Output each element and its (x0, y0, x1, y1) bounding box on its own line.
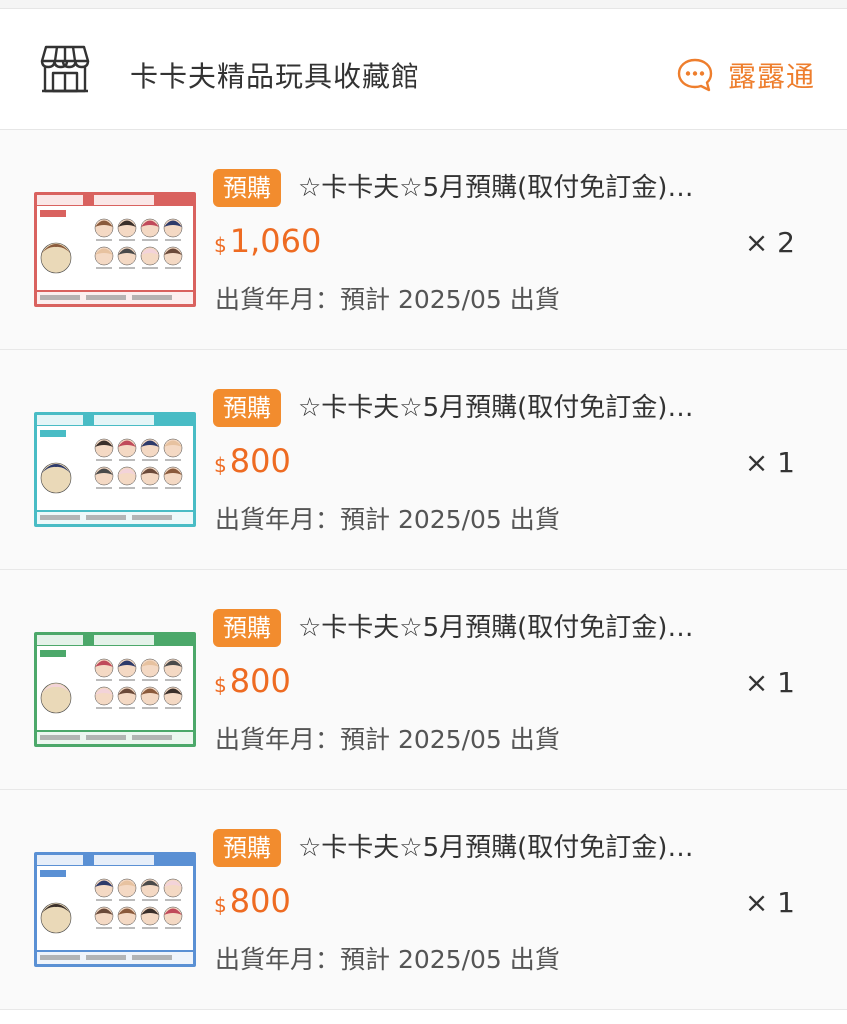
quantity: × 2 (744, 226, 795, 259)
currency-symbol: $ (214, 453, 227, 477)
shipping-date: 出貨年月：預計 2025/05 出貨 (215, 505, 560, 534)
preorder-tag: 預購 (213, 169, 281, 207)
mascot-sheet-art (34, 192, 196, 307)
currency-symbol: $ (214, 893, 227, 917)
order-item[interactable]: 預購 ☆卡卡夫☆5月預購(取付免訂金)… $ 800 × 1 出貨年月：預計 2… (0, 790, 847, 1010)
chat-button[interactable]: 露露通 (676, 55, 815, 95)
preorder-tag: 預購 (213, 389, 281, 427)
product-title[interactable]: ☆卡卡夫☆5月預購(取付免訂金)… (298, 830, 778, 866)
product-title[interactable]: ☆卡卡夫☆5月預購(取付免訂金)… (298, 610, 778, 646)
shop-name[interactable]: 卡卡夫精品玩具收藏館 (130, 55, 420, 95)
product-price: $ 800 (214, 662, 291, 700)
product-thumbnail[interactable] (34, 852, 196, 967)
order-item-list: 預購 ☆卡卡夫☆5月預購(取付免訂金)… $ 1,060 × 2 出貨年月：預計… (0, 130, 847, 1010)
shipping-date: 出貨年月：預計 2025/05 出貨 (215, 945, 560, 974)
price-amount: 800 (229, 662, 291, 700)
mascot-sheet-art (34, 412, 196, 527)
chat-label: 露露通 (727, 60, 815, 93)
quantity: × 1 (744, 666, 795, 699)
preorder-tag: 預購 (213, 829, 281, 867)
currency-symbol: $ (214, 673, 227, 697)
price-amount: 1,060 (229, 222, 322, 260)
product-price: $ 1,060 (214, 222, 321, 260)
shipping-date: 出貨年月：預計 2025/05 出貨 (215, 285, 560, 314)
price-amount: 800 (229, 882, 291, 920)
mascot-sheet-art (34, 632, 196, 747)
product-title[interactable]: ☆卡卡夫☆5月預購(取付免訂金)… (298, 390, 778, 426)
currency-symbol: $ (214, 233, 227, 257)
quantity: × 1 (744, 446, 795, 479)
order-item[interactable]: 預購 ☆卡卡夫☆5月預購(取付免訂金)… $ 1,060 × 2 出貨年月：預計… (0, 130, 847, 350)
product-title[interactable]: ☆卡卡夫☆5月預購(取付免訂金)… (298, 170, 778, 206)
product-thumbnail[interactable] (34, 412, 196, 527)
price-amount: 800 (229, 442, 291, 480)
shop-header[interactable]: 卡卡夫精品玩具收藏館 露露通 (0, 9, 847, 130)
order-item[interactable]: 預購 ☆卡卡夫☆5月預購(取付免訂金)… $ 800 × 1 出貨年月：預計 2… (0, 350, 847, 570)
top-divider (0, 0, 847, 9)
shipping-date: 出貨年月：預計 2025/05 出貨 (215, 725, 560, 754)
store-icon (40, 45, 90, 93)
product-thumbnail[interactable] (34, 192, 196, 307)
order-item[interactable]: 預購 ☆卡卡夫☆5月預購(取付免訂金)… $ 800 × 1 出貨年月：預計 2… (0, 570, 847, 790)
mascot-sheet-art (34, 852, 196, 967)
product-thumbnail[interactable] (34, 632, 196, 747)
product-price: $ 800 (214, 882, 291, 920)
preorder-tag: 預購 (213, 609, 281, 647)
chat-bubble-icon (677, 58, 713, 92)
product-price: $ 800 (214, 442, 291, 480)
quantity: × 1 (744, 886, 795, 919)
